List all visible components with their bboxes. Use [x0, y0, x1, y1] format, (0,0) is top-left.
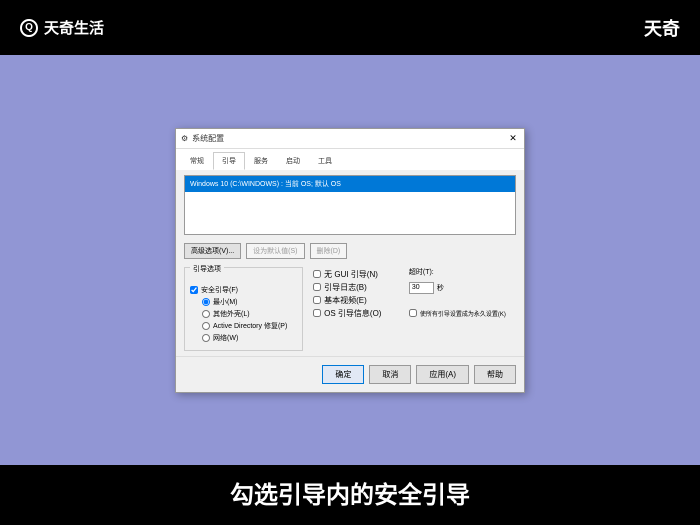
advanced-options-button[interactable]: 高级选项(V)... [184, 243, 241, 259]
tab-startup[interactable]: 启动 [277, 152, 309, 170]
tab-general[interactable]: 常规 [181, 152, 213, 170]
boot-options-title: 引导选项 [190, 264, 224, 274]
safe-boot-sub-options: 最小(M) 其他外壳(L) Active Directory 修复(P) 网络(… [202, 297, 297, 343]
timeout-row: 超时(T): [409, 267, 516, 277]
top-bar: Q 天奇生活 天奇 [0, 0, 700, 55]
top-right-text: 天奇 [644, 15, 680, 41]
no-gui-checkbox[interactable] [313, 270, 321, 278]
minimal-radio[interactable] [202, 298, 210, 306]
close-button[interactable]: ✕ [507, 132, 519, 144]
os-list[interactable]: Windows 10 (C:\WINDOWS) : 当前 OS; 默认 OS [184, 175, 516, 235]
permanent-row[interactable]: 使所有引导设置成为永久设置(K) [409, 309, 516, 318]
timeout-input[interactable] [409, 282, 434, 294]
ad-repair-row[interactable]: Active Directory 修复(P) [202, 321, 297, 331]
no-gui-row[interactable]: 无 GUI 引导(N) [313, 269, 399, 280]
dialog-button-row: 确定 取消 应用(A) 帮助 [176, 356, 524, 392]
tab-boot[interactable]: 引导 [213, 152, 245, 170]
video-subtitle: 勾选引导内的安全引导 [0, 475, 700, 510]
network-row[interactable]: 网络(W) [202, 333, 297, 343]
os-boot-info-row[interactable]: OS 引导信息(O) [313, 308, 399, 319]
base-video-row[interactable]: 基本视频(E) [313, 295, 399, 306]
apply-button[interactable]: 应用(A) [416, 365, 469, 384]
tab-bar: 常规 引导 服务 启动 工具 [176, 149, 524, 170]
permanent-checkbox[interactable] [409, 309, 417, 317]
os-entry[interactable]: Windows 10 (C:\WINDOWS) : 当前 OS; 默认 OS [185, 176, 515, 192]
options-area: 引导选项 安全引导(F) 最小(M) 其他外壳(L) [184, 267, 516, 351]
dialog-title: ⚙ 系统配置 [181, 133, 224, 144]
msconfig-dialog: ⚙ 系统配置 ✕ 常规 引导 服务 启动 工具 Windows 10 (C:\W… [175, 128, 525, 393]
logo-q-icon: Q [20, 19, 38, 37]
boot-log-row[interactable]: 引导日志(B) [313, 282, 399, 293]
middle-options: 无 GUI 引导(N) 引导日志(B) 基本视频(E) OS 引导信息(O) [313, 267, 399, 351]
os-boot-info-checkbox[interactable] [313, 309, 321, 317]
right-column: 超时(T): 秒 使所有引导设置成为永久设置(K) [409, 267, 516, 351]
tab-services[interactable]: 服务 [245, 152, 277, 170]
dialog-titlebar: ⚙ 系统配置 ✕ [176, 129, 524, 149]
ok-button[interactable]: 确定 [322, 365, 364, 384]
cancel-button[interactable]: 取消 [369, 365, 411, 384]
boot-log-checkbox[interactable] [313, 283, 321, 291]
set-default-button: 设为默认值(S) [246, 243, 304, 259]
safe-boot-row[interactable]: 安全引导(F) [190, 285, 297, 295]
ad-repair-radio[interactable] [202, 322, 210, 330]
dialog-icon: ⚙ [181, 134, 188, 143]
tab-tools[interactable]: 工具 [309, 152, 341, 170]
alt-shell-row[interactable]: 其他外壳(L) [202, 309, 297, 319]
help-button[interactable]: 帮助 [474, 365, 516, 384]
delete-button: 删除(D) [310, 243, 348, 259]
minimal-row[interactable]: 最小(M) [202, 297, 297, 307]
brand-logo: Q 天奇生活 [20, 17, 104, 38]
brand-name: 天奇生活 [44, 17, 104, 38]
alt-shell-radio[interactable] [202, 310, 210, 318]
network-radio[interactable] [202, 334, 210, 342]
os-button-row: 高级选项(V)... 设为默认值(S) 删除(D) [176, 240, 524, 262]
boot-options-group: 引导选项 安全引导(F) 最小(M) 其他外壳(L) [184, 267, 303, 351]
timeout-input-row: 秒 [409, 282, 516, 294]
desktop-background: ⚙ 系统配置 ✕ 常规 引导 服务 启动 工具 Windows 10 (C:\W… [0, 55, 700, 465]
safe-boot-checkbox[interactable] [190, 286, 198, 294]
base-video-checkbox[interactable] [313, 296, 321, 304]
